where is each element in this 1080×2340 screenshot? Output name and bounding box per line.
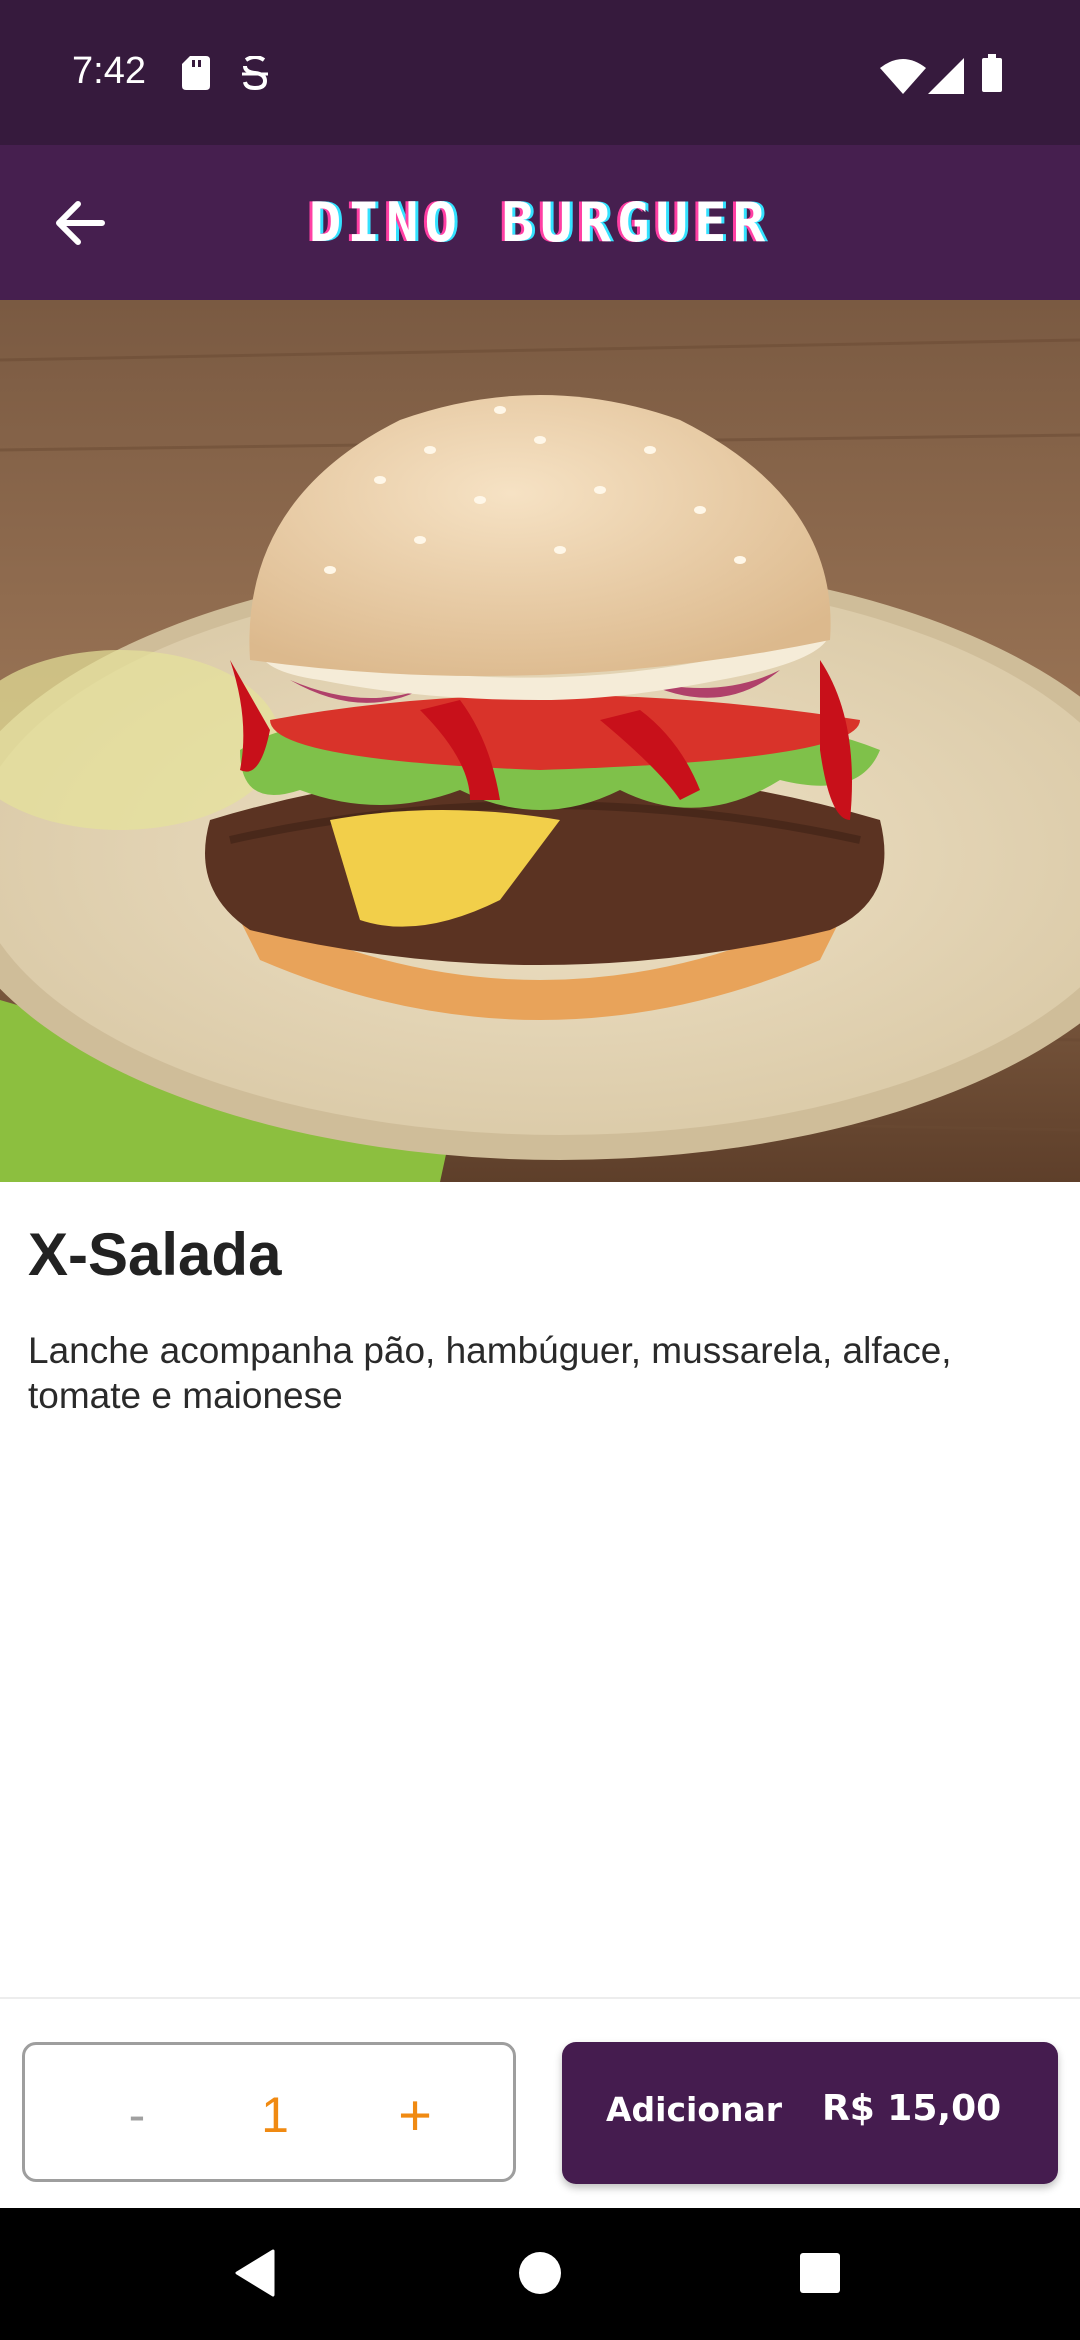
back-button[interactable] <box>40 183 120 263</box>
arrow-left-icon <box>56 201 105 245</box>
status-bar: 7:42 <box>0 0 1080 145</box>
signal-icon <box>928 58 964 94</box>
recents-square-icon <box>800 2253 840 2293</box>
back-triangle-icon <box>235 2249 275 2297</box>
bottom-divider <box>0 1997 1080 1999</box>
add-button-label: Adicionar <box>606 2090 783 2129</box>
increment-button[interactable]: + <box>365 2075 465 2155</box>
battery-icon <box>982 54 1002 92</box>
add-to-cart-button[interactable]: Adicionar R$ 15,00 <box>562 2042 1058 2184</box>
wifi-icon <box>880 59 926 94</box>
product-name: X-Salada <box>28 1221 282 1288</box>
nav-recents-button[interactable] <box>785 2238 855 2308</box>
system-nav-bar <box>0 2208 1080 2340</box>
nav-back-button[interactable] <box>220 2238 290 2308</box>
s-notification-icon <box>242 56 268 91</box>
quantity-stepper: - 1 + <box>22 2042 516 2182</box>
product-description: Lanche acompanha pão, hambúguer, mussare… <box>28 1330 952 1416</box>
nav-home-button[interactable] <box>505 2238 575 2308</box>
add-button-price: R$ 15,00 <box>822 2088 1002 2129</box>
product-image <box>0 300 1080 1182</box>
brand-title: DINO BURGUER <box>308 191 772 254</box>
quantity-value: 1 <box>261 2087 289 2143</box>
app-bar: DINO BURGUER <box>0 145 1080 300</box>
decrement-button[interactable]: - <box>87 2075 187 2155</box>
home-circle-icon <box>519 2252 561 2294</box>
sd-card-icon <box>182 56 210 90</box>
status-time: 7:42 <box>72 50 146 92</box>
